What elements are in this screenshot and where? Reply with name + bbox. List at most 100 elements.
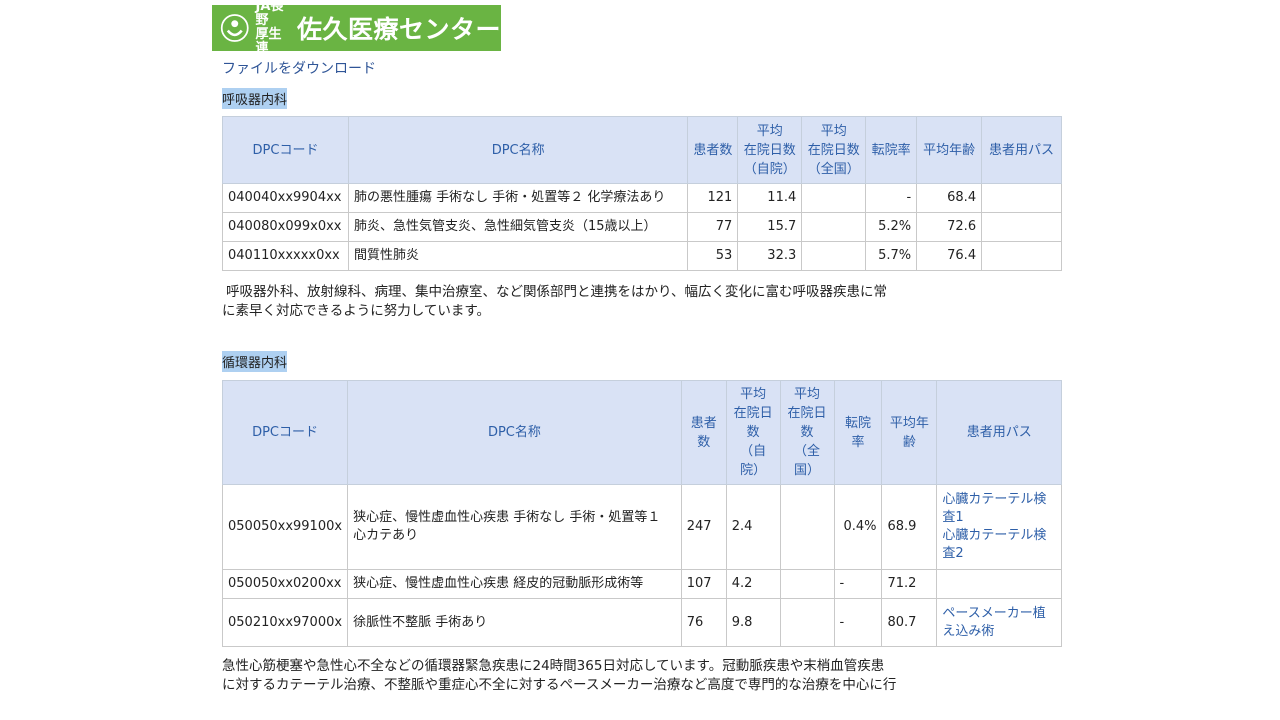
cell-name: 肺の悪性腫瘍 手術なし 手術・処置等２ 化学療法あり <box>347 183 689 213</box>
cell-age: 68.4 <box>916 183 983 213</box>
table-row: 050050xx0200xx 狭心症、慢性虚血性心疾患 経皮的冠動脈形成術等 1… <box>221 569 1062 599</box>
header-text: 数 <box>746 425 760 440</box>
path-link-cardiac-cath-1[interactable]: 心臓カテーテル検 査1 <box>942 491 1056 527</box>
cell-days-hospital: 11.4 <box>737 183 803 213</box>
path-link-text: 心臓カテーテル検 <box>942 528 1047 543</box>
ja-logo-icon <box>220 14 249 42</box>
logo-name: 佐久医療センター <box>296 15 501 44</box>
cell-patients: 107 <box>680 569 727 599</box>
header-avg-days-national: 平均 在院日 数 （全 国） <box>779 380 835 485</box>
header-text: （全 <box>794 444 821 459</box>
header-text: 平均 <box>794 387 821 402</box>
cell-days-national <box>801 241 867 271</box>
cell-name-line: 心カテあり <box>353 528 419 543</box>
table-header-row: DPCコード DPC名称 患者 数 平均 在院日 数 （自 院） 平均 在院日 … <box>221 380 1062 485</box>
section-title-cardiology: 循環器内科 <box>222 351 288 372</box>
cell-transfer: - <box>833 569 883 599</box>
header-text: 率 <box>851 434 865 450</box>
path-link-text: え込み術 <box>942 623 995 639</box>
cell-name: 狭心症、慢性虚血性心疾患 経皮的冠動脈形成術等 <box>347 569 682 599</box>
header-text: （全国） <box>807 161 860 177</box>
path-link-text: ペースメーカー植 <box>942 605 1046 621</box>
cell-age: 72.6 <box>916 212 983 242</box>
cell-code: 050050xx0200xx <box>221 569 349 599</box>
header-dpc-code: DPCコード <box>222 116 349 184</box>
cell-days-hospital: 2.4 <box>725 484 781 570</box>
section-title-respiratory: 呼吸器内科 <box>222 88 288 109</box>
description-line: 急性心筋梗塞や急性心不全などの循環器緊急疾患に24時間365日対応しています。冠… <box>222 658 885 674</box>
cell-code: 040110xxxxx0xx <box>222 241 349 271</box>
cell-code: 050210xx97000x <box>221 598 349 647</box>
cell-transfer: - <box>865 183 918 213</box>
header-avg-age: 平均年齢 <box>916 116 983 184</box>
header-avg-days-hospital: 平均 在院日 数 （自 院） <box>725 380 781 485</box>
header-text: 平均年 <box>889 415 929 431</box>
header-transfer-rate: 転院 率 <box>833 380 883 485</box>
logo-line1: JA長野 <box>255 0 284 28</box>
cell-path <box>936 569 1062 599</box>
path-link-text: 心臓カテーテル検 <box>942 492 1047 507</box>
respiratory-description: 呼吸器外科、放射線科、病理、集中治療室、など関係部門と連携をはかり、幅広く変化に… <box>222 283 922 321</box>
path-link-text: 査1 <box>942 510 964 525</box>
header-avg-days-national: 平均 在院日数 （全国） <box>801 116 867 184</box>
logo-line2: 厚生連 <box>255 27 282 56</box>
header-text: 齢 <box>902 434 916 450</box>
cell-path <box>981 241 1062 271</box>
header-transfer-rate: 転院率 <box>865 116 918 184</box>
cardiology-dpc-table: DPCコード DPC名称 患者 数 平均 在院日 数 （自 院） 平均 在院日 … <box>221 380 1062 647</box>
cardiology-description: 急性心筋梗塞や急性心不全などの循環器緊急疾患に24時間365日対応しています。冠… <box>222 657 922 695</box>
header-patient-path: 患者用パス <box>936 380 1062 485</box>
header-text: 国） <box>794 463 821 478</box>
cell-days-national <box>779 569 835 599</box>
header-dpc-name: DPC名称 <box>347 380 682 485</box>
cell-path: ペースメーカー植 え込み術 <box>936 598 1062 647</box>
description-line: に対するカテーテル治療、不整脈や重症心不全に対するペースメーカー治療など高度で専… <box>222 677 897 693</box>
cell-days-hospital: 4.2 <box>725 569 781 599</box>
cell-patients: 77 <box>687 212 739 242</box>
header-text: 在院日 <box>733 406 773 421</box>
cell-age: 68.9 <box>881 484 938 570</box>
cell-path <box>981 212 1062 242</box>
cell-name: 徐脈性不整脈 手術あり <box>347 598 682 647</box>
path-link-cardiac-cath-2[interactable]: 心臓カテーテル検 査2 <box>942 527 1056 563</box>
header-avg-age: 平均年 齢 <box>881 380 938 485</box>
cell-transfer: 5.7% <box>865 241 918 271</box>
header-text: 平均 <box>756 123 783 139</box>
header-patients: 患者 数 <box>680 380 727 485</box>
cell-name: 肺炎、急性気管支炎、急性細気管支炎（15歳以上） <box>347 212 689 242</box>
description-line: に素早く対応できるように努力しています。 <box>222 303 490 319</box>
cell-patients: 121 <box>687 183 739 213</box>
header-text: 患者 <box>690 415 717 431</box>
cell-age: 71.2 <box>881 569 938 599</box>
cell-days-national <box>779 598 835 647</box>
cell-patients: 247 <box>680 484 727 570</box>
cell-transfer: - <box>833 598 883 647</box>
header-text: （自 <box>740 444 767 459</box>
cell-path <box>981 183 1062 213</box>
header-text: 在院日 <box>787 406 827 421</box>
header-text: 転院 <box>844 415 871 431</box>
header-dpc-code: DPCコード <box>221 380 349 485</box>
cell-name: 間質性肺炎 <box>347 241 689 271</box>
cell-days-hospital: 9.8 <box>725 598 781 647</box>
header-dpc-name: DPC名称 <box>347 116 689 184</box>
description-line: 呼吸器外科、放射線科、病理、集中治療室、など関係部門と連携をはかり、幅広く変化に… <box>226 284 887 300</box>
cell-age: 76.4 <box>916 241 983 271</box>
cell-days-national <box>801 212 867 242</box>
cell-patients: 76 <box>680 598 727 647</box>
cell-transfer: 5.2% <box>865 212 918 242</box>
cell-days-hospital: 15.7 <box>737 212 803 242</box>
cell-days-hospital: 32.3 <box>737 241 803 271</box>
header-text: 平均 <box>740 387 767 402</box>
path-link-pacemaker[interactable]: ペースメーカー植 え込み術 <box>942 605 1056 641</box>
header-text: 数 <box>800 425 814 440</box>
download-file-link[interactable]: ファイルをダウンロード <box>222 58 376 78</box>
header-avg-days-hospital: 平均 在院日数 （自院） <box>737 116 803 184</box>
table-row: 040110xxxxx0xx 間質性肺炎 53 32.3 5.7% 76.4 <box>222 241 1062 271</box>
cell-days-national <box>779 484 835 570</box>
table-row: 050050xx99100x 狭心症、慢性虚血性心疾患 手術なし 手術・処置等１… <box>221 484 1062 570</box>
cell-path: 心臓カテーテル検 査1 心臓カテーテル検 査2 <box>936 484 1062 570</box>
hospital-logo[interactable]: JA長野 厚生連 佐久医療センター <box>212 0 501 56</box>
page: JA長野 厚生連 佐久医療センター ファイルをダウンロード 呼吸器内科 DPCコ… <box>0 0 1280 720</box>
header-text: 在院日数 <box>743 142 796 158</box>
